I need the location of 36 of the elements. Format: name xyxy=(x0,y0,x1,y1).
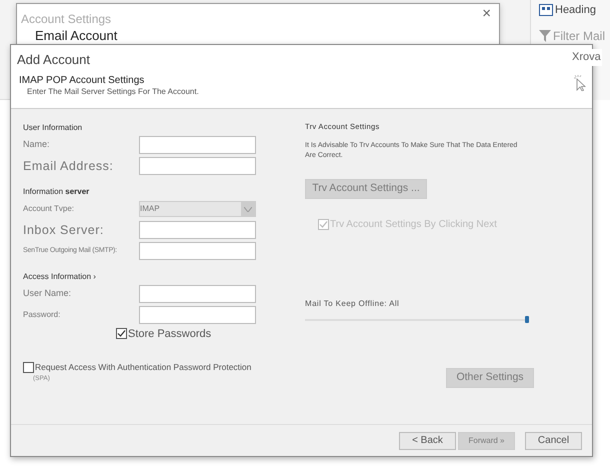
offline-label: Mail To Keep Offline: All xyxy=(305,298,400,310)
dialog-title: Add Account xyxy=(17,51,90,69)
input-field[interactable] xyxy=(139,285,256,303)
slider-thumb[interactable] xyxy=(525,316,529,323)
spa-label: Request Access With Authentication Password Protection xyxy=(35,361,252,374)
section-heading: User Information xyxy=(23,122,84,134)
store-passwords-label: Store Passwords xyxy=(128,326,212,342)
field-label: Password: xyxy=(23,309,62,321)
header-subtitle: Enter The Mail Server Settings For The Account. xyxy=(26,86,200,98)
header-title: IMAP POP Account Settings xyxy=(19,74,144,86)
search-hint[interactable]: Xrova xyxy=(571,49,602,66)
field-label: User Name: xyxy=(23,287,72,300)
field-label: Inbox Server: xyxy=(23,222,105,239)
close-button[interactable]: × xyxy=(482,6,491,21)
field-label: Account Tvpe: xyxy=(23,203,75,215)
caret-icon xyxy=(244,206,252,212)
input-field[interactable] xyxy=(139,221,256,239)
input-field[interactable] xyxy=(139,306,256,324)
funnel-icon xyxy=(539,30,551,42)
input-field[interactable] xyxy=(139,157,256,175)
dialog-button[interactable]: < Back xyxy=(399,432,456,450)
section-heading: Information server xyxy=(23,186,90,198)
side-label[interactable]: Heading xyxy=(555,2,596,18)
field-label: Email Address: xyxy=(23,158,114,175)
spa-checkbox[interactable] xyxy=(23,362,34,373)
input-field[interactable] xyxy=(139,242,256,260)
busy-cursor-icon xyxy=(574,74,586,91)
section-heading: Access Information › xyxy=(23,270,97,282)
heading-style-icon xyxy=(539,4,553,16)
window-title: Account Settings xyxy=(21,11,112,28)
section-heading: Email Account xyxy=(35,29,118,42)
field-label: Name: xyxy=(23,138,51,152)
store-passwords-checkbox[interactable] xyxy=(116,328,127,340)
dropdown-field: IMAP xyxy=(139,201,256,217)
dialog-button[interactable]: Cancel xyxy=(525,432,582,450)
input-field[interactable] xyxy=(139,136,256,154)
